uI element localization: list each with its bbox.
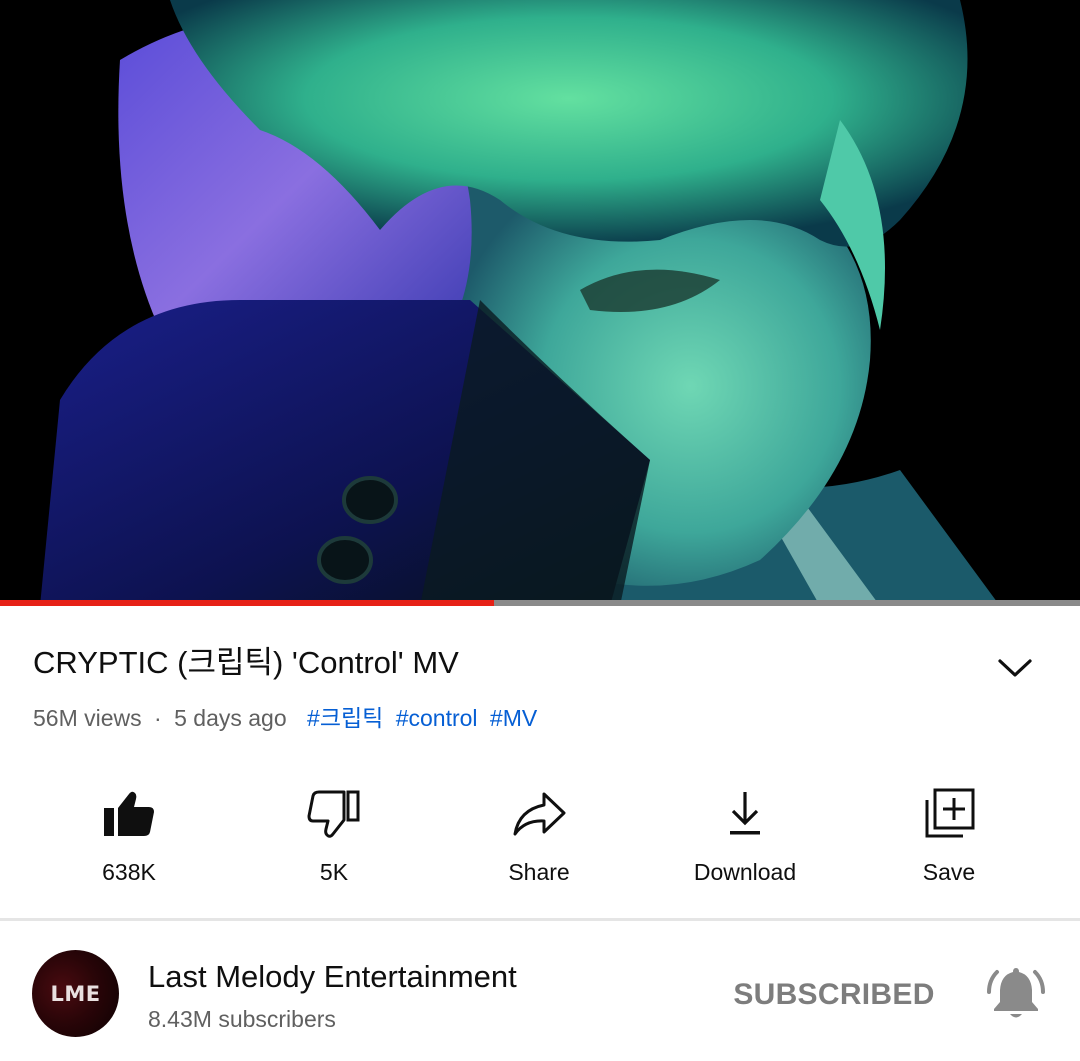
action-bar: 638K 5K Share Download Save — [0, 780, 1080, 890]
thumbs-down-icon — [307, 790, 360, 838]
hashtag-link[interactable]: #크립틱 — [307, 703, 383, 733]
save-label: Save — [922, 859, 976, 885]
video-frame — [0, 0, 1080, 606]
hashtag-link[interactable]: #control — [396, 703, 478, 733]
video-meta: 56M views · 5 days ago #크립틱 #control #MV — [33, 703, 543, 733]
subscriber-count: 8.43M subscribers — [148, 1006, 336, 1032]
like-count: 638K — [102, 859, 156, 885]
hashtag-list: #크립틱 #control #MV — [307, 703, 543, 733]
progress-played — [0, 600, 494, 606]
like-button[interactable]: 638K — [49, 780, 209, 890]
meta-separator: · — [154, 705, 162, 731]
download-icon — [730, 792, 760, 835]
view-count: 56M views — [33, 705, 142, 731]
save-playlist-icon — [925, 788, 975, 838]
progress-bar[interactable] — [0, 600, 1080, 606]
thumbs-up-icon — [104, 791, 154, 836]
upload-age: 5 days ago — [174, 705, 287, 731]
video-title[interactable]: CRYPTIC (크립틱) 'Control' MV — [33, 643, 459, 683]
dislike-button[interactable]: 5K — [254, 780, 414, 890]
download-button[interactable]: Download — [665, 780, 825, 890]
save-button[interactable]: Save — [869, 780, 1029, 890]
share-button[interactable]: Share — [459, 780, 619, 890]
chevron-down-icon — [998, 659, 1032, 677]
title-row[interactable]: CRYPTIC (크립틱) 'Control' MV — [33, 640, 1033, 684]
hashtag-link[interactable]: #MV — [490, 703, 537, 733]
expand-description-button[interactable] — [995, 648, 1035, 688]
subscribed-button[interactable]: SUBSCRIBED — [724, 974, 944, 1016]
channel-name[interactable]: Last Melody Entertainment — [148, 958, 517, 996]
share-label: Share — [508, 859, 570, 885]
channel-row: LME Last Melody Entertainment 8.43M subs… — [0, 924, 1080, 1061]
channel-avatar[interactable]: LME — [32, 950, 119, 1037]
notification-bell-icon — [987, 968, 1045, 1018]
avatar-logo-text: LME — [50, 981, 101, 1006]
video-player[interactable] — [0, 0, 1080, 606]
share-icon — [513, 792, 566, 836]
section-divider — [0, 918, 1080, 921]
download-label: Download — [693, 859, 797, 885]
notification-bell-button[interactable] — [985, 962, 1047, 1024]
dislike-count: 5K — [319, 859, 349, 885]
